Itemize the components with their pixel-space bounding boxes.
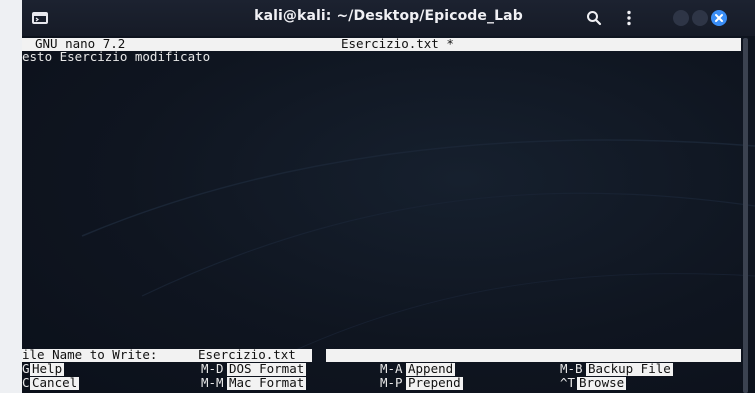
shortcut-dos-format[interactable]: DOS Format — [227, 362, 307, 376]
shortcut-key: M-P — [380, 375, 403, 390]
shortcut-key: G — [22, 361, 30, 376]
scrollbar[interactable] — [743, 38, 748, 393]
search-icon[interactable] — [585, 9, 603, 27]
shortcut-key: M-A — [380, 361, 403, 376]
shortcut-row-2: C Cancel M-M Mac Format M-P Prepend ^T B… — [22, 375, 741, 390]
shortcut-key: ^T — [560, 375, 576, 390]
filename-input[interactable]: Esercizio.txt — [198, 348, 296, 362]
shortcut-key: M-D — [201, 361, 224, 376]
shortcut-prepend[interactable]: Prepend — [406, 376, 463, 390]
terminal-window: kali@kali: ~/Desktop/Epicode_Lab GNU nan… — [22, 0, 755, 393]
shortcut-cancel[interactable]: Cancel — [30, 376, 80, 390]
shortcut-backup-file[interactable]: Backup File — [586, 362, 673, 376]
shortcut-mac-format[interactable]: Mac Format — [227, 376, 307, 390]
maximize-icon[interactable] — [692, 10, 708, 26]
shortcut-key: M-M — [201, 375, 224, 390]
shortcut-key: C — [22, 375, 30, 390]
shortcut-browse[interactable]: Browse — [577, 376, 627, 390]
title-bar: kali@kali: ~/Desktop/Epicode_Lab — [22, 0, 755, 36]
close-icon — [715, 14, 723, 22]
cursor-block — [312, 349, 326, 362]
vertical-ellipsis-icon[interactable] — [620, 9, 638, 27]
desktop-margin — [0, 0, 22, 393]
minimize-icon[interactable] — [673, 10, 689, 26]
close-button[interactable] — [711, 10, 727, 26]
shortcut-append[interactable]: Append — [406, 362, 456, 376]
editor-text-line[interactable]: esto Esercizio modificato — [22, 50, 210, 64]
window-title: kali@kali: ~/Desktop/Epicode_Lab — [254, 8, 523, 24]
shortcut-help[interactable]: Help — [30, 362, 65, 376]
prompt-label: ile Name to Write: — [22, 347, 165, 362]
shortcut-key: M-B — [560, 361, 583, 376]
file-name-status: Esercizio.txt * — [341, 36, 454, 51]
background-swoosh — [81, 139, 755, 367]
terminal-area[interactable]: GNU nano 7.2 Esercizio.txt * esto Eserci… — [22, 36, 755, 393]
